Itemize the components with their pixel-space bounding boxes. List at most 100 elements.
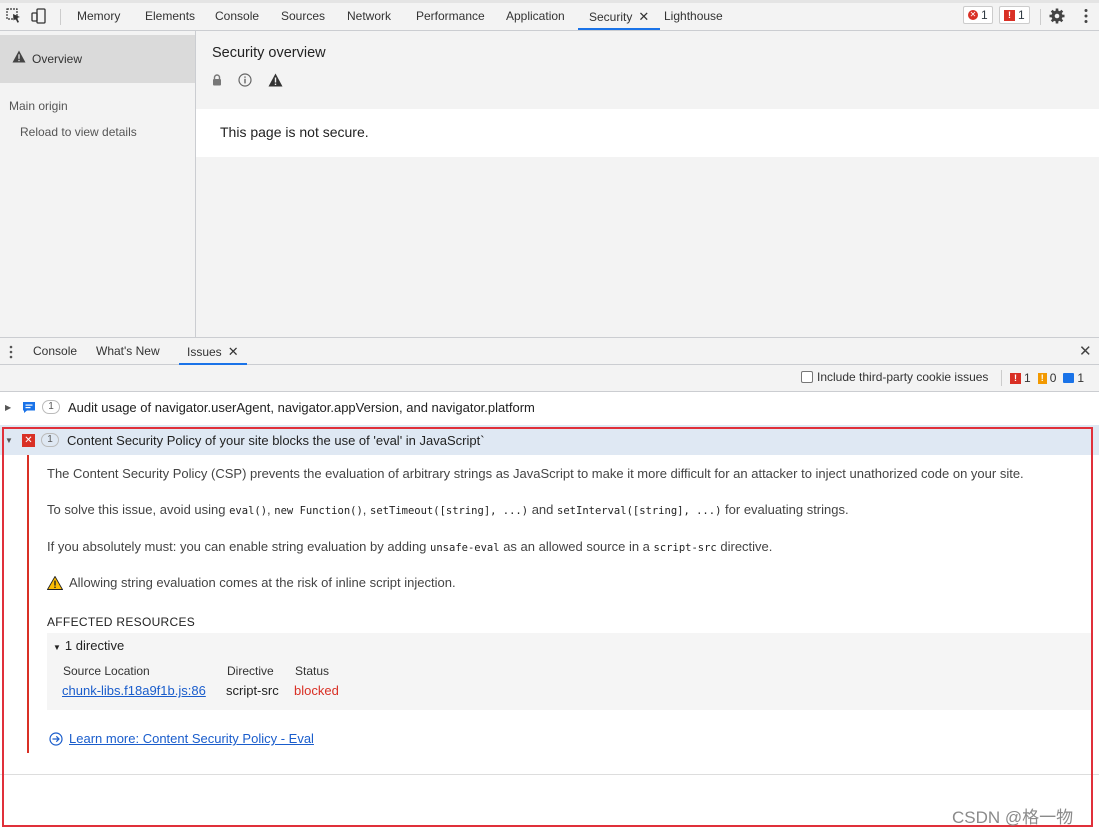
- issues-toolbar: Include third-party cookie issues ! 1 ! …: [0, 365, 1099, 392]
- error-circle-icon: ✕: [968, 10, 978, 20]
- collapse-triangle-icon[interactable]: ▼: [5, 436, 13, 445]
- tab-sources[interactable]: Sources: [281, 3, 325, 30]
- drawer-tab-issues[interactable]: Issues ✕: [179, 338, 247, 365]
- watermark: CSDN @格一物: [952, 808, 1074, 827]
- tab-elements[interactable]: Elements: [145, 3, 195, 30]
- drawer-tab-whats-new[interactable]: What's New: [96, 338, 160, 365]
- toolbar-separator: [1040, 9, 1041, 25]
- security-overview-panel: Security overview This page is not secur…: [196, 31, 1099, 337]
- info-icon: [238, 73, 252, 87]
- learn-more-text[interactable]: Learn more: Content Security Policy - Ev…: [69, 731, 314, 746]
- issues-counter[interactable]: ! 1: [999, 6, 1030, 24]
- tab-memory[interactable]: Memory: [77, 3, 120, 30]
- issue-count-badge: 1: [42, 400, 60, 414]
- lock-icon: [213, 74, 221, 86]
- third-party-cookie-label: Include third-party cookie issues: [817, 370, 989, 384]
- error-issue-count: 1: [1024, 371, 1031, 385]
- drawer-tab-issues-label: Issues: [187, 345, 222, 359]
- security-summary-banner: This page is not secure.: [196, 109, 1099, 157]
- toolbar-separator: [60, 9, 61, 25]
- close-tab-icon[interactable]: ✕: [228, 344, 239, 359]
- drawer-toolbar: Console What's New Issues ✕ ✕: [0, 337, 1099, 365]
- third-party-cookie-checkbox[interactable]: [801, 371, 813, 383]
- directive-value: script-src: [226, 683, 279, 698]
- drawer-tab-console[interactable]: Console: [33, 338, 77, 365]
- code-eval: eval(): [229, 505, 268, 517]
- workaround-text: as an allowed source in a: [503, 539, 650, 554]
- warning-issue-count: 0: [1049, 371, 1057, 385]
- info-issue-count: 1: [1077, 371, 1085, 385]
- arrow-circle-icon: [49, 731, 63, 746]
- close-tab-icon[interactable]: ✕: [638, 9, 649, 24]
- error-square-icon: ✕: [22, 433, 35, 447]
- source-location-link[interactable]: chunk-libs.f18a9f1b.js:86: [62, 683, 206, 698]
- info-message-icon: [23, 401, 35, 413]
- column-header-source: Source Location: [63, 664, 150, 678]
- affected-resources-table: ▼ 1 directive Source Location Directive S…: [47, 633, 1091, 710]
- tab-application[interactable]: Application: [506, 3, 565, 30]
- code-settimeout: setTimeout([string], ...): [370, 505, 529, 517]
- issues-count: 1: [1018, 8, 1025, 22]
- tab-lighthouse[interactable]: Lighthouse: [664, 3, 723, 30]
- issue-details: The Content Security Policy (CSP) preven…: [27, 455, 1091, 753]
- issue-row[interactable]: ▶ 1 Audit usage of navigator.userAgent, …: [0, 392, 1099, 422]
- sidebar-item-label: Overview: [32, 52, 83, 66]
- page-title: Security overview: [212, 45, 326, 61]
- workaround-text: If you absolutely must: you can enable s…: [47, 539, 427, 554]
- warning-triangle-icon: [47, 575, 63, 590]
- info-message-icon: [1063, 373, 1075, 383]
- warning-square-icon: !: [1037, 372, 1047, 384]
- issue-workaround: If you absolutely must: you can enable s…: [47, 539, 772, 554]
- column-header-status: Status: [295, 664, 330, 678]
- issue-title: Content Security Policy of your site blo…: [67, 432, 485, 448]
- learn-more-link[interactable]: Learn more: Content Security Policy - Ev…: [49, 731, 314, 746]
- column-header-directive: Directive: [227, 664, 274, 678]
- affected-resources-heading: AFFECTED RESOURCES: [47, 615, 196, 629]
- expand-triangle-icon[interactable]: ▶: [5, 403, 13, 412]
- warning-text: Allowing string evaluation comes at the …: [69, 575, 456, 590]
- sidebar-item-overview[interactable]: Overview: [0, 35, 195, 83]
- issue-description: The Content Security Policy (CSP) preven…: [47, 466, 1024, 481]
- console-error-count: 1: [981, 8, 988, 22]
- tab-performance[interactable]: Performance: [416, 3, 485, 30]
- devtools-toolbar: Memory Elements Console Sources Network …: [0, 0, 1099, 31]
- solution-text: To solve this issue, avoid using: [47, 502, 226, 517]
- code-unsafe-eval: unsafe-eval: [430, 542, 500, 554]
- status-value: blocked: [294, 683, 339, 698]
- directive-toggle[interactable]: ▼ 1 directive: [53, 638, 124, 653]
- tab-security[interactable]: Security ✕: [578, 3, 661, 30]
- main-origin-heading: Main origin: [9, 99, 68, 113]
- solution-text: and: [531, 502, 554, 517]
- drawer-menu-icon[interactable]: [8, 345, 14, 359]
- toolbar-separator: [1001, 370, 1002, 386]
- error-square-icon: !: [1010, 372, 1021, 384]
- more-options-icon[interactable]: [1077, 7, 1095, 25]
- close-drawer-icon[interactable]: ✕: [1079, 342, 1092, 360]
- warning-triangle-icon: [268, 73, 283, 87]
- tab-console[interactable]: Console: [215, 3, 259, 30]
- security-state-icons: [212, 73, 283, 87]
- gear-icon[interactable]: [1048, 7, 1066, 25]
- divider: [0, 774, 1099, 775]
- tab-security-label: Security: [589, 10, 633, 24]
- issue-warning: Allowing string evaluation comes at the …: [47, 575, 456, 590]
- code-script-src: script-src: [653, 542, 717, 554]
- issue-solution: To solve this issue, avoid using eval(),…: [47, 502, 849, 517]
- code-setinterval: setInterval([string], ...): [557, 505, 722, 517]
- console-error-counter[interactable]: ✕ 1: [963, 6, 993, 24]
- reload-hint: Reload to view details: [20, 125, 137, 139]
- issue-count-badge: 1: [41, 433, 59, 447]
- third-party-cookie-toggle[interactable]: Include third-party cookie issues: [801, 370, 988, 384]
- issue-row-expanded[interactable]: ▼ ✕ 1 Content Security Policy of your si…: [0, 425, 1099, 455]
- inspect-element-icon[interactable]: [5, 7, 23, 25]
- warning-triangle-icon: [12, 50, 26, 63]
- security-sidebar: Overview Main origin Reload to view deta…: [0, 31, 196, 337]
- workaround-text: directive.: [720, 539, 773, 554]
- tab-network[interactable]: Network: [347, 3, 391, 30]
- solution-text: for evaluating strings.: [725, 502, 849, 517]
- device-toolbar-icon[interactable]: [30, 7, 48, 25]
- collapse-triangle-icon: ▼: [53, 643, 61, 652]
- directive-count: 1 directive: [64, 638, 125, 653]
- error-square-icon: !: [1004, 9, 1015, 21]
- issue-title: Audit usage of navigator.userAgent, navi…: [68, 399, 535, 415]
